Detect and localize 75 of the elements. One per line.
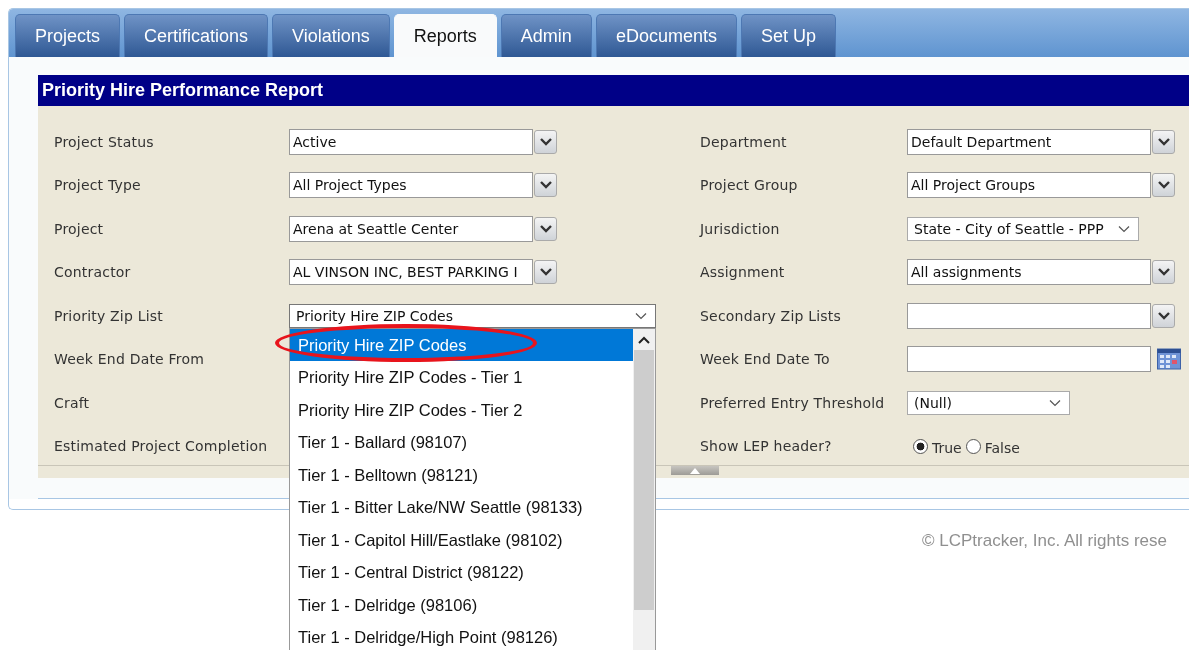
select-field[interactable]: All Project Types xyxy=(289,172,533,199)
chevron-down-icon xyxy=(635,311,647,320)
field-label: Preferred Entry Threshold xyxy=(700,394,886,411)
select-field[interactable]: State - City of Seattle - PPP xyxy=(907,216,1139,241)
radio-button[interactable] xyxy=(965,438,981,454)
dropdown-option[interactable]: Tier 1 - Capitol Hill/Eastlake (98102) xyxy=(290,523,633,557)
dropdown-option[interactable]: Tier 1 - Belltown (98121) xyxy=(290,458,633,492)
select-field[interactable]: Arena at Seattle Center xyxy=(289,215,533,242)
select-field[interactable] xyxy=(907,302,1151,329)
field-label: Week End Date From xyxy=(54,351,206,368)
select-field[interactable]: (Null) xyxy=(907,390,1070,415)
nav-tab[interactable]: Violations xyxy=(272,14,390,57)
nav-tab[interactable]: Set Up xyxy=(740,14,836,57)
field-label: Craft xyxy=(54,394,91,411)
chevron-down-icon xyxy=(1157,311,1170,320)
chevron-down-icon xyxy=(1157,268,1170,277)
field-label: Project Group xyxy=(700,177,799,194)
chevron-down-icon xyxy=(539,181,552,190)
field-label: Jurisdiction xyxy=(700,220,781,237)
select-field[interactable]: All Project Groups xyxy=(907,172,1151,199)
dropdown-button[interactable] xyxy=(1152,129,1175,154)
dropdown-option[interactable]: Priority Hire ZIP Codes xyxy=(290,328,633,362)
nav-tab[interactable]: eDocuments xyxy=(595,14,737,57)
chevron-down-icon xyxy=(1049,398,1061,407)
dropdown-button[interactable] xyxy=(534,129,557,154)
radio-button[interactable] xyxy=(913,438,928,454)
chevron-down-icon xyxy=(539,268,552,277)
field-label: Project Status xyxy=(54,133,155,150)
dropdown-button[interactable] xyxy=(534,216,557,241)
field-label: Assignment xyxy=(700,264,786,281)
dropdown-option[interactable]: Tier 1 - Delridge (98106) xyxy=(290,588,633,622)
chevron-down-icon xyxy=(1157,181,1170,190)
triangle-up-icon xyxy=(690,467,700,474)
select-field[interactable]: Default Department xyxy=(907,128,1151,155)
select-field[interactable]: AL VINSON INC, BEST PARKING I xyxy=(289,259,533,286)
field-label: Week End Date To xyxy=(700,351,831,368)
field-label: Project xyxy=(54,220,105,237)
select-field[interactable]: Priority Hire ZIP Codes xyxy=(289,303,656,328)
select-field[interactable]: All assignments xyxy=(907,259,1151,286)
field-label: Estimated Project Completion xyxy=(54,438,269,455)
dropdown-button[interactable] xyxy=(1152,303,1175,328)
date-field[interactable] xyxy=(907,346,1151,373)
radio-label: False xyxy=(984,440,1020,457)
field-label: Show LEP header? xyxy=(700,438,833,455)
report-title: Priority Hire Performance Report xyxy=(38,75,1189,106)
dropdown-option[interactable]: Tier 1 - Ballard (98107) xyxy=(290,426,633,459)
calendar-icon[interactable] xyxy=(1157,348,1181,371)
scrollbar[interactable] xyxy=(633,328,655,650)
dropdown-button[interactable] xyxy=(1152,260,1175,285)
field-label: Contractor xyxy=(54,264,132,281)
radio-label: True xyxy=(932,440,962,457)
dropdown-option[interactable]: Tier 1 - Delridge/High Point (98126) xyxy=(290,621,633,650)
nav-tab[interactable]: Projects xyxy=(15,14,121,57)
field-label: Priority Zip List xyxy=(54,307,164,324)
chevron-down-icon xyxy=(1117,224,1130,233)
field-label: Project Type xyxy=(54,177,142,194)
nav-tab[interactable]: Admin xyxy=(500,14,592,57)
dropdown-option[interactable]: Tier 1 - Bitter Lake/NW Seattle (98133) xyxy=(290,491,633,524)
chevron-down-icon xyxy=(1157,137,1170,146)
field-label: Secondary Zip Lists xyxy=(700,307,842,324)
dropdown-button[interactable] xyxy=(534,173,557,198)
dropdown-option[interactable]: Tier 1 - Central District (98122) xyxy=(290,556,633,589)
chevron-up-icon xyxy=(638,335,650,344)
dropdown-button[interactable] xyxy=(1152,173,1175,198)
nav-tab[interactable]: Certifications xyxy=(124,14,269,57)
dropdown-button[interactable] xyxy=(534,260,557,285)
field-label: Department xyxy=(700,133,788,150)
chevron-down-icon xyxy=(539,224,552,233)
dropdown-option[interactable]: Priority Hire ZIP Codes - Tier 1 xyxy=(290,361,633,394)
nav-tab[interactable]: Reports xyxy=(393,14,497,57)
copyright-text: © LCPtracker, Inc. All rights rese xyxy=(922,531,1167,551)
dropdown-option[interactable]: Priority Hire ZIP Codes - Tier 2 xyxy=(290,393,633,427)
chevron-down-icon xyxy=(539,137,552,146)
collapse-handle[interactable] xyxy=(671,466,719,475)
select-field[interactable]: Active xyxy=(289,128,533,155)
